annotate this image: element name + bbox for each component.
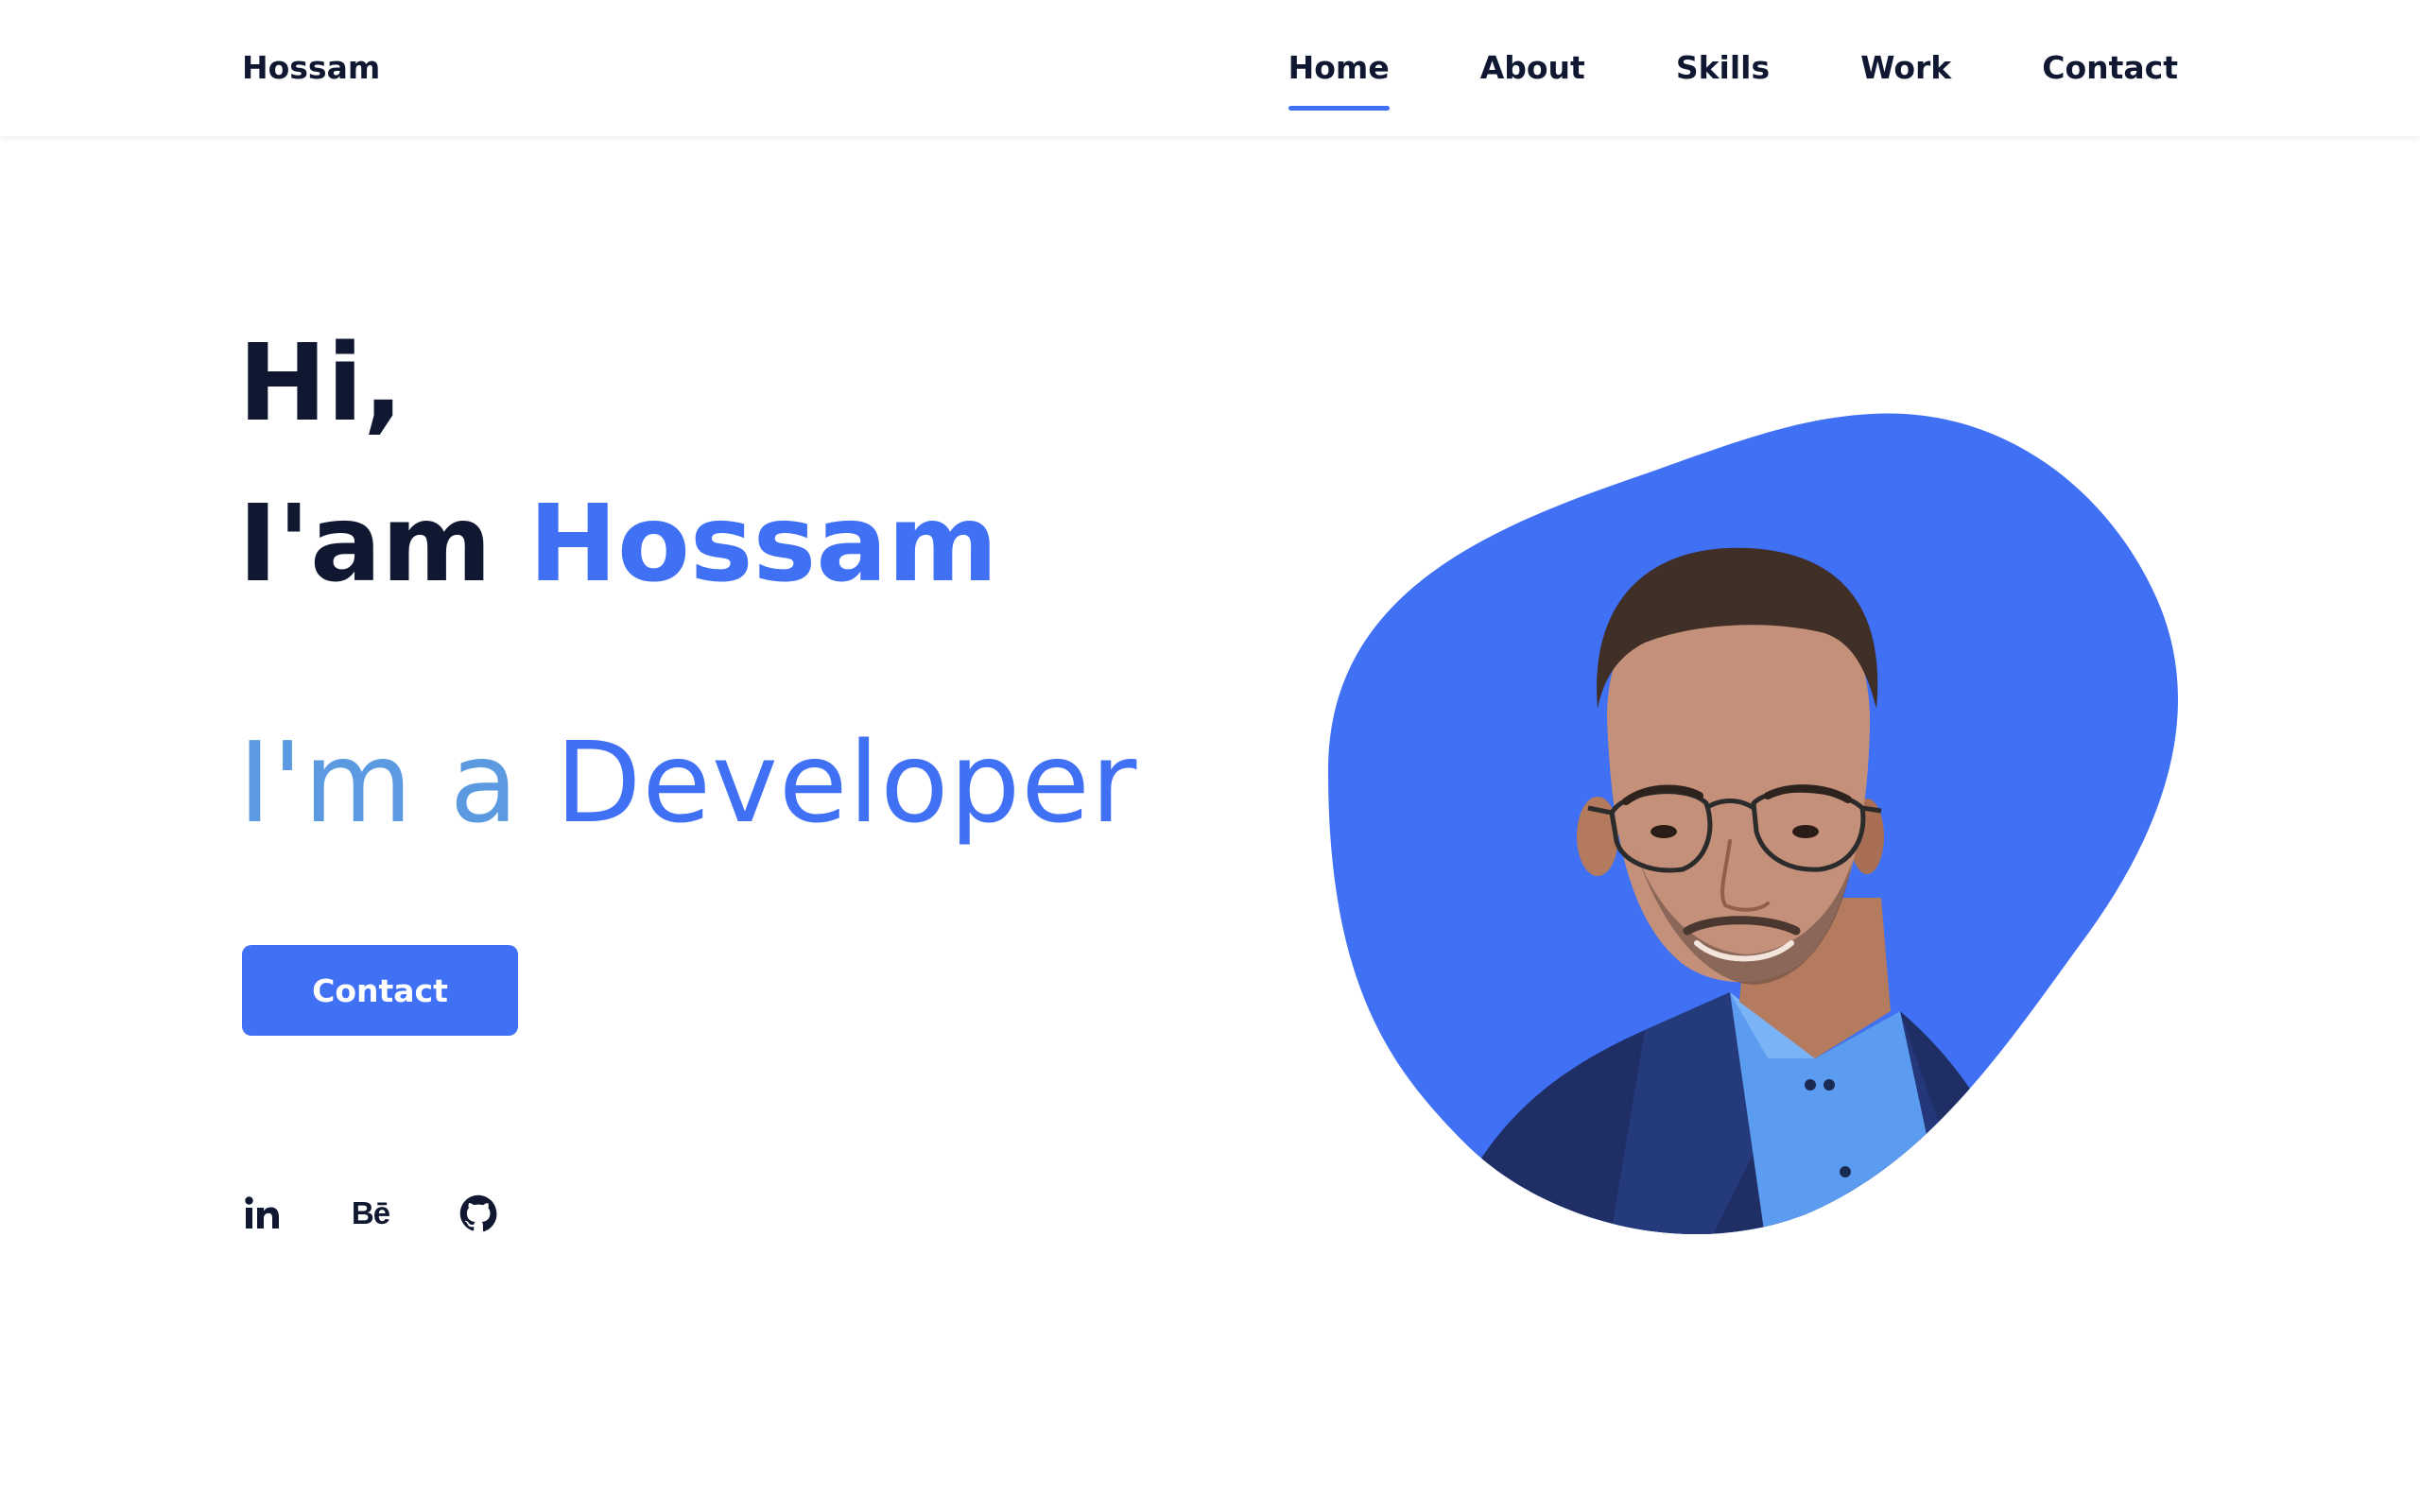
social-links: Bē [242,1193,499,1234]
nav-item-contact[interactable]: Contact [2042,47,2178,89]
behance-link[interactable]: Bē [350,1193,391,1234]
hero-greeting: Hi, [238,322,404,445]
contact-button[interactable]: Contact [242,945,518,1036]
portrait-illustration [1328,413,2178,1234]
github-icon [459,1194,497,1232]
site-header: Hossam Home About Skills Work Contact [0,0,2420,136]
behance-icon: Bē [351,1195,390,1230]
hero-name-line: I'am Hossam [238,480,998,609]
nav-item-work[interactable]: Work [1860,47,1951,89]
nav-item-about[interactable]: About [1480,47,1585,89]
hero-role-title: Developer [555,717,1138,848]
linkedin-icon [245,1196,279,1228]
linkedin-link[interactable] [242,1193,284,1234]
hero-role: I'm a Developer [238,716,1137,849]
hero-intro: I'am [238,483,493,606]
nav-item-home[interactable]: Home [1288,47,1390,111]
hero-name: Hossam [528,483,998,606]
main-nav: Home About Skills Work Contact [1288,47,2178,111]
logo[interactable]: Hossam [242,47,380,89]
nav-item-skills[interactable]: Skills [1676,47,1770,89]
hero-role-prefix: I'm a [238,717,520,848]
github-link[interactable] [458,1193,499,1234]
hero-portrait-blob [1323,406,2184,1247]
